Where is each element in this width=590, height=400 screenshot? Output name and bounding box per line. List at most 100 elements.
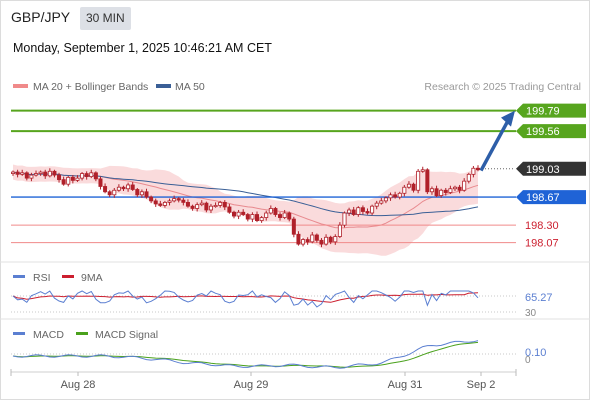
candle-body [84,173,89,178]
candle-body [185,201,190,207]
level-label-199.79: 199.79 [526,106,560,118]
candle-body [112,189,117,196]
candle-body [24,172,29,179]
candle-body [379,200,384,204]
candle-body [388,194,393,199]
candle-body [457,186,462,191]
candle-body [448,188,453,193]
candle-body [268,208,273,214]
candle-body [98,178,103,187]
candle-body [199,202,204,206]
candle-body [291,218,296,235]
price-tags-layer: 199.79 199.56 198.67 198.30 198.07 199.03 [516,103,586,250]
x-tick-label: Aug 31 [388,379,423,391]
target-arrow-shaft [479,119,510,172]
rsi-ma-legend-label: 9MA [81,272,103,284]
candle-body [61,179,66,185]
candle-body [144,191,149,198]
candle-body [471,167,476,175]
candle-body [231,211,236,217]
candle-body [139,191,144,196]
candle-body [402,186,407,194]
macd-value-label: 0.10 [525,347,546,359]
rsi-ma-legend-swatch [62,275,74,278]
candle-body [176,198,181,201]
candle-body [70,176,75,181]
candle-body [255,214,260,221]
candle-body [282,212,287,218]
candle-body [222,201,227,208]
candle-body [15,171,20,175]
candle-body [305,239,310,243]
candle-body [324,236,329,245]
candle-body [204,202,209,211]
candle-body [195,204,200,209]
rsi-value-label: 65.27 [525,292,553,304]
candle-body [337,224,342,237]
candle-body [301,239,306,245]
candle-body [259,217,264,221]
candle-body [278,214,283,218]
ma20-legend-swatch [13,84,28,88]
candle-body [370,205,375,214]
level-label-198.67: 198.67 [526,192,560,204]
candle-body [411,183,416,191]
rsi-ma-line [12,292,479,303]
candle-body [429,188,434,193]
candle-body [75,177,80,181]
rsi-line [12,290,479,308]
candle-body [351,209,356,215]
candle-body [38,171,43,174]
ma20-legend-label: MA 20 + Bollinger Bands [33,81,148,93]
macd-signal-legend-swatch [76,332,88,335]
candle-body [360,207,365,212]
candle-body [10,171,15,174]
rsi-legend-label: RSI [33,272,51,284]
candle-body [328,236,333,243]
macd-legend-swatch [13,332,25,335]
candle-body [443,189,448,193]
x-tick-label: Aug 29 [234,379,269,391]
candle-body [462,180,467,191]
level-label-198.07: 198.07 [525,238,559,250]
candle-body [80,173,85,179]
candle-body [342,212,347,226]
candle-body [52,170,57,176]
x-tick-label: Sep 2 [467,379,496,391]
candle-body [29,174,34,179]
candle-body [273,208,278,215]
macd-legend-label: MACD [33,329,64,341]
candle-body [126,184,131,190]
candle-body [213,205,218,208]
candle-body [434,188,439,196]
candle-body [107,191,112,196]
candle-body [475,167,480,171]
target-arrow-layer [479,110,515,172]
candle-body [181,199,186,203]
candle-body [374,202,379,207]
candle-body [406,183,411,188]
candle-body [153,200,158,205]
level-label-199.56: 199.56 [526,126,560,138]
candle-body [245,214,250,220]
candle-body [167,200,172,203]
candle-body [149,196,154,202]
candle-body [47,170,52,177]
level-label-198.30: 198.30 [525,220,559,232]
candle-body [190,205,195,209]
research-credit: Research © 2025 Trading Central [424,81,581,93]
candle-body [116,186,121,191]
candle-body [310,234,315,243]
candle-body [425,169,430,193]
candle-body [218,201,223,206]
current-price-label: 199.03 [526,164,560,176]
candle-body [250,214,255,220]
rsi-tick-30: 30 [525,308,537,319]
candle-body [162,201,167,206]
candle-body [158,203,163,206]
candle-body [393,194,398,198]
candle-body [93,172,98,180]
x-tick-label: Aug 28 [61,379,96,391]
candle-body [287,212,292,220]
candle-body [264,212,269,218]
